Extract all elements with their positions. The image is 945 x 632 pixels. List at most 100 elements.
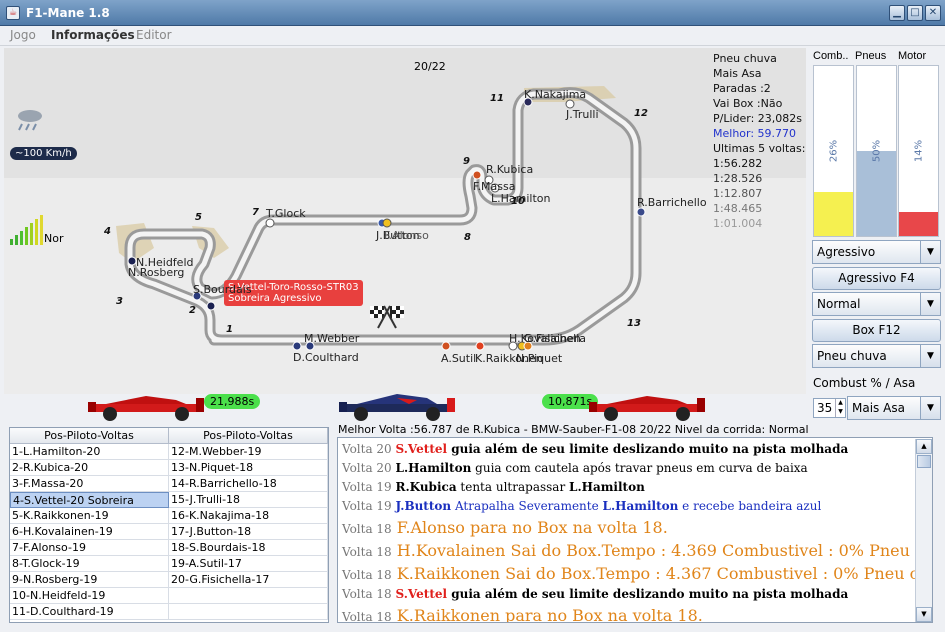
- log-text: tenta ultrapassar: [456, 480, 569, 494]
- log-text: Atrapalha Severamente: [451, 499, 603, 513]
- table-row[interactable]: 19-A.Sutil-17: [169, 556, 328, 572]
- spinner-up-icon[interactable]: ▲: [835, 399, 845, 408]
- spinner-down-icon[interactable]: ▼: [835, 408, 845, 417]
- info-gap-leader: P/Lider: 23,082s: [713, 112, 803, 125]
- table-row[interactable]: 13-N.Piquet-18: [169, 460, 328, 476]
- log-text: S.Vettel: [395, 442, 448, 456]
- table-row[interactable]: 18-S.Bourdais-18: [169, 540, 328, 556]
- last-lap-time: 1:48.465: [713, 202, 763, 215]
- fuel-spinner-value: 35: [817, 401, 833, 415]
- log-text: L.Hamilton: [395, 461, 472, 475]
- info-stops: Paradas :2: [713, 82, 771, 95]
- log-text: F.Alonso para no Box na volta 18.: [396, 518, 668, 537]
- scroll-down-icon[interactable]: ▼: [916, 607, 932, 622]
- track-label: K.Nakajima: [524, 88, 587, 101]
- tyres-bar: 50%: [856, 65, 897, 237]
- table-row[interactable]: 3-F.Massa-20: [10, 476, 169, 492]
- maximize-button[interactable]: □: [907, 5, 923, 21]
- log-text: S.Vettel: [395, 587, 448, 601]
- corner-number: 5: [195, 212, 202, 223]
- track-label: R.Barrichello: [637, 196, 707, 209]
- table-row[interactable]: 8-T.Glock-19: [10, 556, 169, 572]
- table-row[interactable]: 16-K.Nakajima-18: [169, 508, 328, 524]
- last-lap-time: 1:56.282: [713, 157, 763, 170]
- car-strip: 21,988s 10,871s: [0, 390, 808, 426]
- race-log: Volta 20 S.Vettel guia além de seu limit…: [337, 437, 933, 623]
- column-header[interactable]: Pos-Piloto-Voltas: [169, 428, 328, 444]
- table-row[interactable]: 10-N.Heidfeld-19: [10, 588, 169, 604]
- track-label: N.Piquet: [516, 352, 563, 365]
- track-label: M.Webber: [304, 332, 360, 345]
- chevron-down-icon[interactable]: ▼: [920, 397, 940, 419]
- last-lap-time: 1:12.807: [713, 187, 763, 200]
- chevron-down-icon[interactable]: ▼: [920, 345, 940, 367]
- selected-car-icon: [339, 394, 455, 421]
- track-label: S.Bourdais: [193, 283, 252, 296]
- box-mode-select[interactable]: Normal ▼: [812, 292, 941, 316]
- fuel-bar-fill: [814, 191, 853, 236]
- log-lap: Volta 19: [342, 499, 392, 513]
- menu-informacoes[interactable]: Informações: [51, 28, 135, 42]
- log-text: guia além de seu limite deslizando muito…: [447, 442, 849, 456]
- track-label: R.Kubica: [486, 163, 534, 176]
- tyre-value: Pneu chuva: [817, 349, 887, 363]
- log-text: K.Raikkonen para no Box na volta 18.: [396, 606, 703, 623]
- fuel-spinner[interactable]: 35 ▲ ▼: [813, 398, 846, 418]
- engine-bar-fill: [899, 212, 938, 236]
- corner-number: 10: [511, 196, 525, 207]
- tyre-select[interactable]: Pneu chuva ▼: [812, 344, 941, 368]
- scroll-thumb[interactable]: [917, 455, 931, 468]
- aggressive-button[interactable]: Agressivo F4: [812, 267, 941, 290]
- table-row[interactable]: 15-J.Trulli-18: [169, 492, 328, 508]
- standings-col-2: Pos-Piloto-Voltas 12-M.Webber-19 13-N.Piq…: [169, 428, 328, 620]
- chevron-down-icon[interactable]: ▼: [920, 241, 940, 263]
- table-row[interactable]: 4-S.Vettel-20 Sobreira: [10, 492, 169, 508]
- close-button[interactable]: ✕: [925, 5, 941, 21]
- table-row[interactable]: 1-L.Hamilton-20: [10, 444, 169, 460]
- menu-editor[interactable]: Editor: [136, 28, 172, 42]
- log-lap: Volta 18: [342, 610, 392, 623]
- track-view: 20/22 ~100 Km/h Nor S.Vettel-Toro-Rosso-…: [4, 48, 806, 394]
- chevron-down-icon[interactable]: ▼: [920, 293, 940, 315]
- scroll-up-icon[interactable]: ▲: [916, 439, 932, 454]
- menu-jogo[interactable]: Jogo: [10, 28, 36, 42]
- column-header[interactable]: Pos-Piloto-Voltas: [10, 428, 169, 444]
- minimize-button[interactable]: ▁: [889, 5, 905, 21]
- box-button[interactable]: Box F12: [812, 319, 941, 342]
- table-row[interactable]: 11-D.Coulthard-19: [10, 604, 169, 620]
- table-row[interactable]: 9-N.Rosberg-19: [10, 572, 169, 588]
- table-row[interactable]: 6-H.Kovalainen-19: [10, 524, 169, 540]
- log-text: K.Raikkonen Sai do Box.Tempo : 4.367 Com…: [396, 564, 933, 583]
- table-row[interactable]: 17-J.Button-18: [169, 524, 328, 540]
- menu-bar: Jogo Informações Editor: [0, 26, 945, 46]
- speed-badge: ~100 Km/h: [10, 147, 77, 160]
- corner-number: 13: [627, 318, 641, 329]
- table-row[interactable]: 20-G.Fisichella-17: [169, 572, 328, 588]
- circuit-map: [4, 48, 806, 394]
- table-row[interactable]: 7-F.Alonso-19: [10, 540, 169, 556]
- corner-number: 4: [104, 226, 111, 237]
- log-entry: Volta 18 K.Raikkonen para no Box na volt…: [342, 606, 703, 623]
- log-entry: Volta 20 L.Hamilton guia com cautela apó…: [342, 461, 808, 475]
- log-text: guia além de seu limite deslizando muito…: [447, 587, 849, 601]
- log-entry: Volta 20 S.Vettel guia além de seu limit…: [342, 442, 848, 456]
- table-row[interactable]: 12-M.Webber-19: [169, 444, 328, 460]
- info-wing: Mais Asa: [713, 67, 762, 80]
- info-tyre: Pneu chuva: [713, 52, 777, 65]
- fuel-wing-label: Combust % / Asa: [813, 376, 916, 390]
- fuel-value: 26%: [828, 139, 839, 163]
- bar-header-fuel: Comb..: [813, 50, 849, 62]
- car-ahead-icon: [88, 396, 204, 421]
- info-box: Vai Box :Não: [713, 97, 783, 110]
- table-row-empty: [169, 588, 328, 604]
- table-row[interactable]: 5-K.Raikkonen-19: [10, 508, 169, 524]
- driving-mode-select[interactable]: Agressivo ▼: [812, 240, 941, 264]
- table-row[interactable]: 2-R.Kubica-20: [10, 460, 169, 476]
- log-text: H.Kovalainen Sai do Box.Tempo : 4.369 Co…: [396, 541, 933, 560]
- log-scrollbar[interactable]: ▲ ▼: [915, 439, 932, 622]
- bar-header-tyres: Pneus: [855, 50, 887, 62]
- log-lap: Volta 20: [342, 442, 392, 456]
- best-lap-line: Melhor Volta :56.787 de R.Kubica - BMW-S…: [338, 423, 809, 436]
- table-row[interactable]: 14-R.Barrichello-18: [169, 476, 328, 492]
- wing-select[interactable]: Mais Asa ▼: [847, 396, 941, 420]
